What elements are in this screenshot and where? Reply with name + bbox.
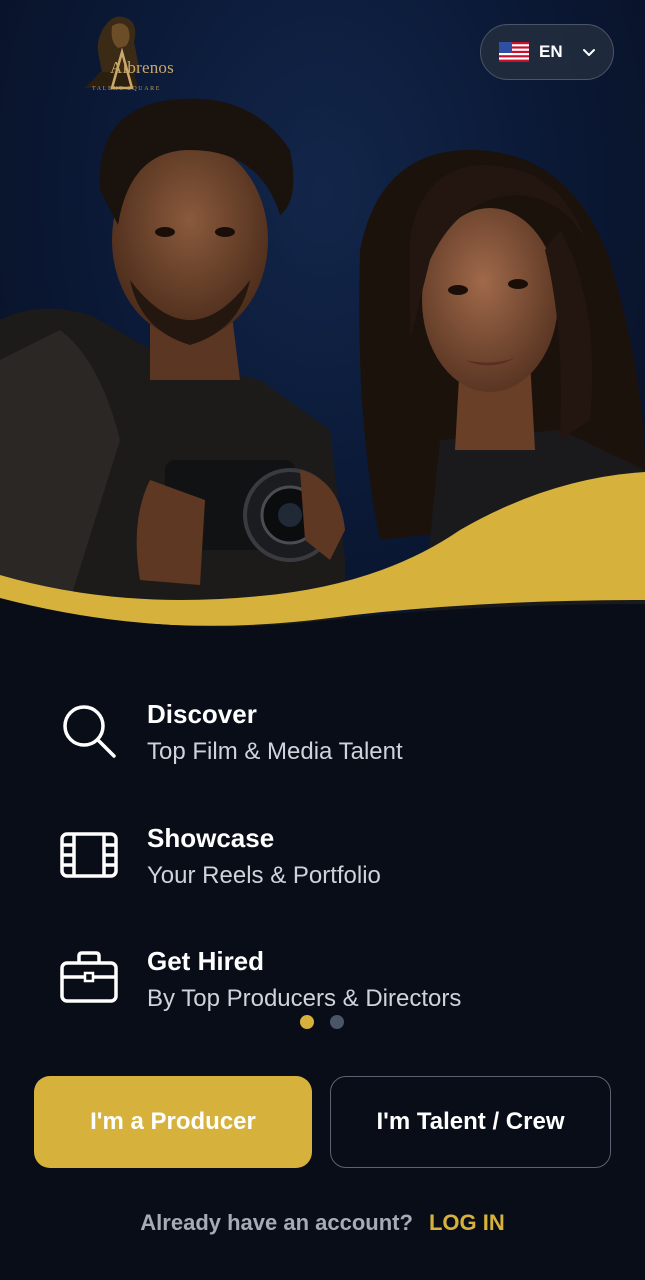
feature-title: Get Hired — [147, 946, 265, 976]
search-icon — [63, 705, 116, 758]
language-code: EN — [539, 42, 563, 61]
talent-crew-button[interactable]: I'm Talent / Crew — [330, 1076, 611, 1168]
brand-tagline: TALENT SQUARE — [92, 86, 162, 92]
carousel-indicator — [300, 1015, 344, 1029]
feature-subtitle: Top Film & Media Talent — [147, 738, 403, 765]
brand-name: Albrenos — [110, 58, 174, 77]
feature-subtitle: Your Reels & Portfolio — [147, 862, 381, 889]
login-prompt-row: Already have an account? LOG IN — [0, 1210, 645, 1236]
producer-button[interactable]: I'm a Producer — [34, 1076, 312, 1168]
us-flag-icon — [499, 42, 529, 62]
welcome-screen: Albrenos TALENT SQUARE EN Discover Top F… — [0, 0, 645, 1280]
feature-subtitle: By Top Producers & Directors — [147, 985, 462, 1012]
carousel-dot-active[interactable] — [300, 1015, 314, 1029]
login-prompt-text: Already have an account? — [140, 1210, 413, 1235]
film-icon — [60, 832, 118, 878]
hero-banner: Albrenos TALENT SQUARE EN — [0, 0, 645, 640]
feature-showcase: Showcase Your Reels & Portfolio — [56, 822, 596, 902]
chevron-down-icon — [582, 49, 595, 56]
briefcase-icon — [60, 951, 118, 1003]
feature-title: Showcase — [147, 823, 275, 853]
login-link[interactable]: LOG IN — [429, 1210, 505, 1235]
feature-discover: Discover Top Film & Media Talent — [56, 698, 596, 778]
carousel-dot[interactable] — [330, 1015, 344, 1029]
language-selector[interactable]: EN — [480, 24, 614, 80]
feature-title: Discover — [147, 699, 257, 729]
feature-get-hired: Get Hired By Top Producers & Directors — [56, 945, 596, 1025]
